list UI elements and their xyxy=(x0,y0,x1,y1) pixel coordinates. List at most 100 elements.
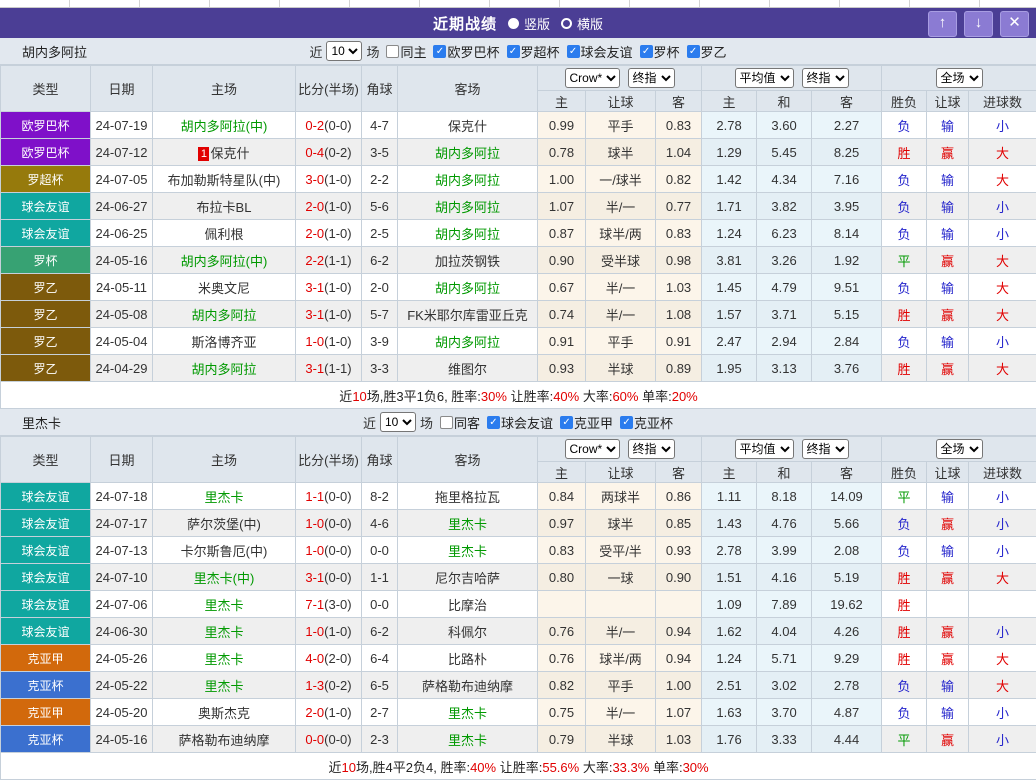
away-team-name: 胡内多阿拉 xyxy=(435,146,500,161)
away-team: 胡内多阿拉 xyxy=(398,193,538,220)
avg-draw-odds: 3.02 xyxy=(757,672,812,699)
handicap-line: 半/一 xyxy=(586,699,656,726)
handicap-home-odds: 0.80 xyxy=(538,564,586,591)
league-badge: 罗乙 xyxy=(1,328,91,355)
home-team-name: 萨格勒布迪纳摩 xyxy=(178,733,269,748)
league-badge: 欧罗巴杯 xyxy=(1,139,91,166)
odds-time-select[interactable]: 终指 xyxy=(628,439,675,459)
result-goals: 小 xyxy=(969,483,1036,510)
result-win-lose: 负 xyxy=(882,220,927,247)
corner-count: 4-7 xyxy=(362,112,398,139)
match-count-select[interactable]: 10 xyxy=(326,41,362,61)
home-team: 布拉卡BL xyxy=(153,193,296,220)
move-up-button[interactable]: ↑ xyxy=(928,11,957,37)
handicap-home-odds: 0.83 xyxy=(538,537,586,564)
league-filter-checkbox[interactable]: ✓ xyxy=(433,45,446,58)
handicap-home-odds: 0.84 xyxy=(538,483,586,510)
panel-title: 近期战绩 xyxy=(433,13,497,34)
odds-source-select[interactable]: Crow* xyxy=(565,68,620,88)
handicap-home-odds: 0.74 xyxy=(538,301,586,328)
odds-source-select[interactable]: Crow* xyxy=(565,439,620,459)
scope-select[interactable]: 全场 xyxy=(936,68,983,88)
summary-part: 40% xyxy=(553,389,579,404)
same-venue-checkbox[interactable] xyxy=(440,416,453,429)
col-home: 主场 xyxy=(153,66,296,112)
same-venue-label: 同客 xyxy=(454,413,480,432)
avg-away-odds: 2.78 xyxy=(812,672,882,699)
result-win-lose: 胜 xyxy=(882,618,927,645)
league-filter-checkbox[interactable]: ✓ xyxy=(487,416,500,429)
horizontal-view-label[interactable]: 横版 xyxy=(577,14,603,33)
away-team: 里杰卡 xyxy=(398,699,538,726)
scope-select[interactable]: 全场 xyxy=(936,439,983,459)
avg-away-odds: 7.16 xyxy=(812,166,882,193)
horizontal-view-radio[interactable] xyxy=(561,18,572,29)
team-name-2: 里杰卡 xyxy=(22,413,61,432)
avg-home-odds: 2.51 xyxy=(702,672,757,699)
score: 3-1(1-0) xyxy=(296,274,362,301)
result-win-lose: 胜 xyxy=(882,301,927,328)
avg-away-odds: 2.27 xyxy=(812,112,882,139)
summary-part: 让胜率: xyxy=(507,389,553,404)
handicap-line: 受平/半 xyxy=(586,537,656,564)
home-team: 胡内多阿拉 xyxy=(153,355,296,382)
result-handicap: 赢 xyxy=(927,139,969,166)
summary-part: 大率: xyxy=(579,760,612,775)
avg-home-odds: 1.42 xyxy=(702,166,757,193)
handicap-line: 一/球半 xyxy=(586,166,656,193)
league-filter-checkbox[interactable]: ✓ xyxy=(567,45,580,58)
handicap-line: 两球半 xyxy=(586,483,656,510)
subcol-handicap-result: 让球 xyxy=(927,462,969,483)
avg-home-odds: 3.81 xyxy=(702,247,757,274)
away-team: 胡内多阿拉 xyxy=(398,274,538,301)
avg-time-select[interactable]: 终指 xyxy=(802,439,849,459)
avg-time-select[interactable]: 终指 xyxy=(802,68,849,88)
league-filter-checkbox[interactable]: ✓ xyxy=(620,416,633,429)
handicap-away-odds: 1.03 xyxy=(656,726,702,753)
league-filter-checkbox[interactable]: ✓ xyxy=(560,416,573,429)
match-row: 罗乙24-04-29胡内多阿拉3-1(1-1)3-3维图尔0.93半球0.891… xyxy=(1,355,1036,382)
match-count-select[interactable]: 10 xyxy=(380,412,416,432)
home-team: 米奥文尼 xyxy=(153,274,296,301)
record-summary-1: 近10场,胜3平1负6, 胜率:30% 让胜率:40% 大率:60% 单率:20… xyxy=(339,389,697,404)
handicap-away-odds: 0.94 xyxy=(656,645,702,672)
result-handicap xyxy=(927,591,969,618)
result-goals: 小 xyxy=(969,328,1036,355)
league-filter-checkbox[interactable]: ✓ xyxy=(687,45,700,58)
summary-part: 单率: xyxy=(638,389,671,404)
corner-count: 2-2 xyxy=(362,166,398,193)
odds-time-select[interactable]: 终指 xyxy=(628,68,675,88)
avg-away-odds: 2.84 xyxy=(812,328,882,355)
summary-part: 20% xyxy=(672,389,698,404)
full-time-score: 1-3 xyxy=(305,678,324,693)
match-date: 24-06-27 xyxy=(91,193,153,220)
league-filter-label: 罗乙 xyxy=(701,42,727,61)
match-row: 罗乙24-05-11米奥文尼3-1(1-0)2-0胡内多阿拉0.67半/一1.0… xyxy=(1,274,1036,301)
away-team-name: 尼尔吉哈萨 xyxy=(435,571,500,586)
background-table-edge xyxy=(0,0,1036,8)
handicap-home-odds: 0.82 xyxy=(538,672,586,699)
same-venue-checkbox[interactable] xyxy=(386,45,399,58)
vertical-view-radio[interactable] xyxy=(508,18,519,29)
full-time-score: 2-2 xyxy=(305,253,324,268)
league-filter-checkbox[interactable]: ✓ xyxy=(507,45,520,58)
avg-home-odds: 1.95 xyxy=(702,355,757,382)
corner-count: 6-2 xyxy=(362,618,398,645)
vertical-view-label[interactable]: 竖版 xyxy=(524,14,550,33)
col-type: 类型 xyxy=(1,66,91,112)
move-down-button[interactable]: ↓ xyxy=(964,11,993,37)
close-button[interactable]: ✕ xyxy=(1000,11,1029,37)
half-time-score: (3-0) xyxy=(324,597,351,612)
avg-source-select[interactable]: 平均值 xyxy=(735,439,794,459)
home-team-name: 佩利根 xyxy=(204,227,243,242)
col-date: 日期 xyxy=(91,437,153,483)
league-filter-checkbox[interactable]: ✓ xyxy=(640,45,653,58)
subcol-goals-result: 进球数 xyxy=(969,462,1036,483)
handicap-line: 球半 xyxy=(586,510,656,537)
avg-source-select[interactable]: 平均值 xyxy=(735,68,794,88)
league-badge: 克亚杯 xyxy=(1,672,91,699)
avg-draw-odds: 8.18 xyxy=(757,483,812,510)
summary-part: 60% xyxy=(612,389,638,404)
match-date: 24-07-17 xyxy=(91,510,153,537)
league-badge: 球会友谊 xyxy=(1,483,91,510)
